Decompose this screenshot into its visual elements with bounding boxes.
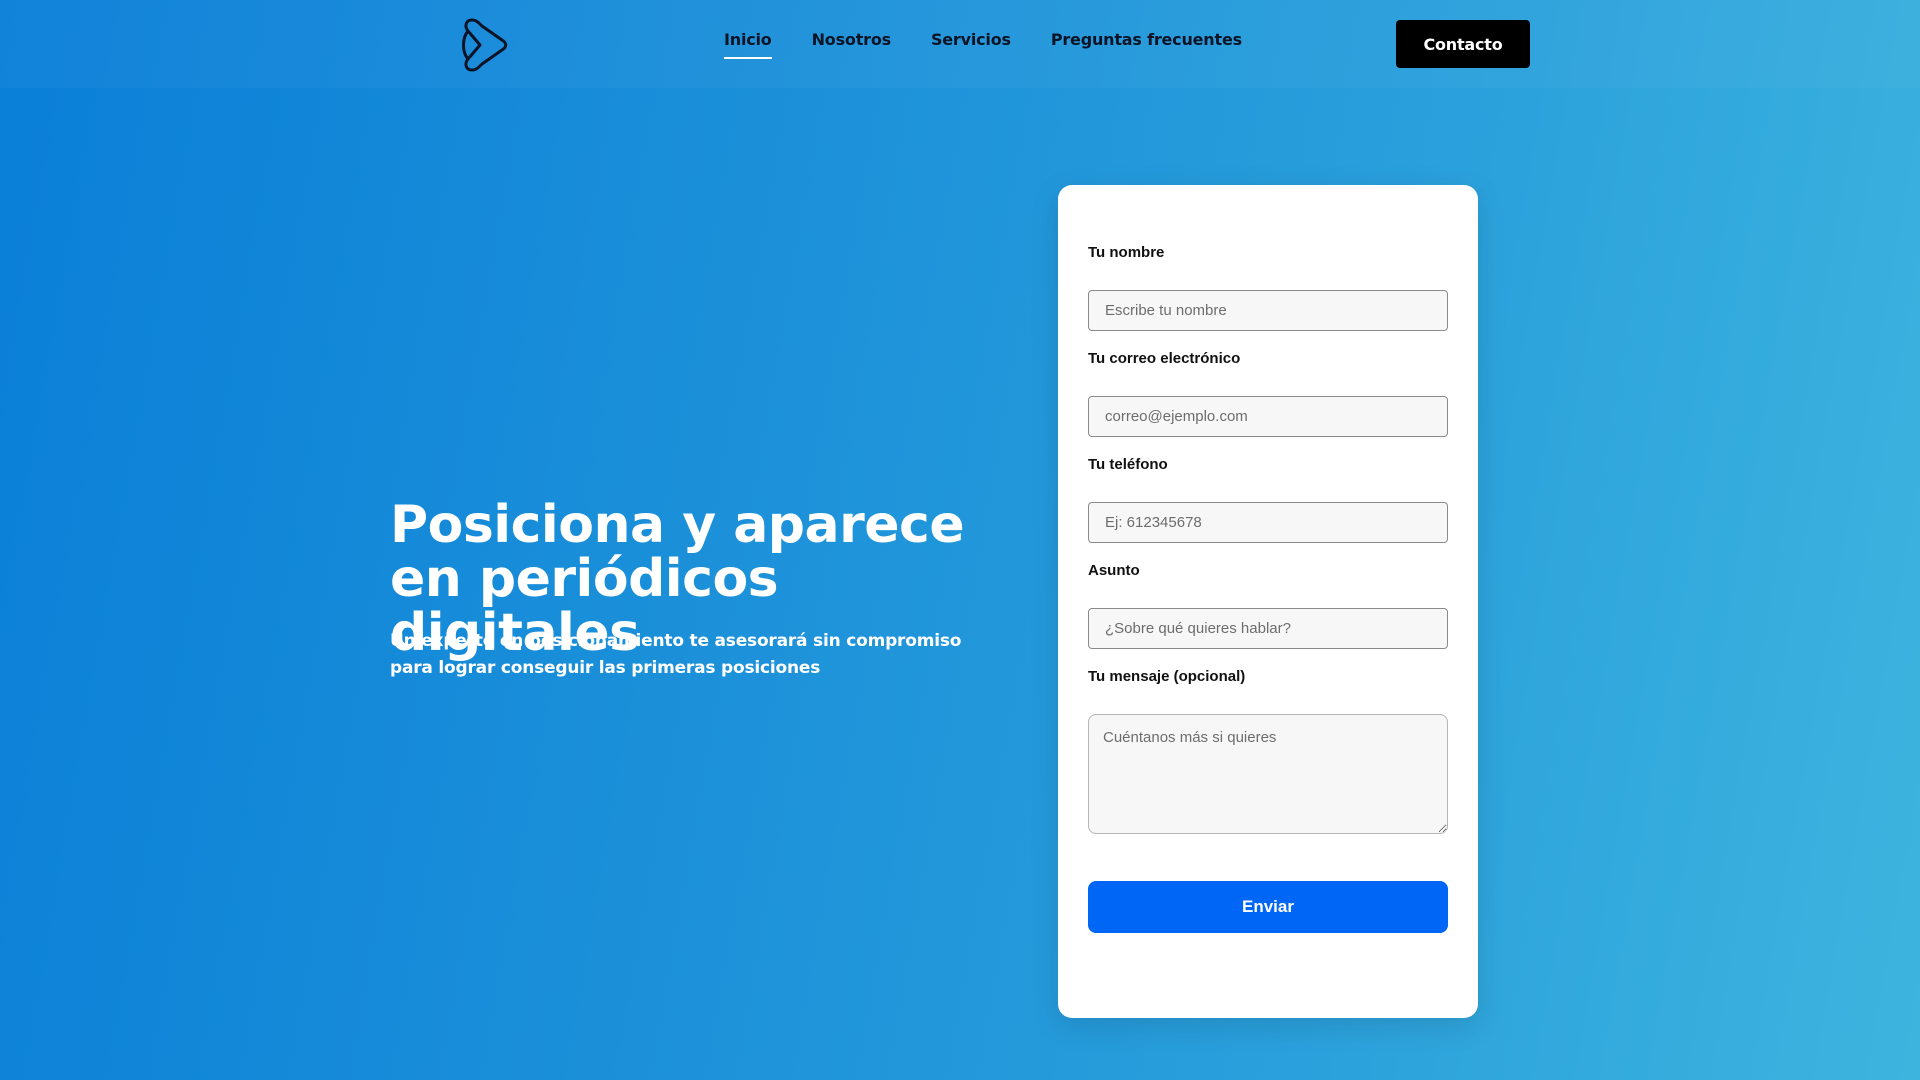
play-outline-logo-icon[interactable] bbox=[458, 16, 514, 74]
nav-link-preguntas-frecuentes[interactable]: Preguntas frecuentes bbox=[1051, 30, 1242, 59]
phone-input[interactable] bbox=[1088, 502, 1448, 543]
contact-button[interactable]: Contacto bbox=[1396, 20, 1530, 68]
email-input[interactable] bbox=[1088, 396, 1448, 437]
message-label: Tu mensaje (opcional) bbox=[1088, 668, 1246, 685]
subject-input[interactable] bbox=[1088, 608, 1448, 649]
message-textarea[interactable] bbox=[1088, 714, 1448, 834]
main-navigation: Inicio Nosotros Servicios Preguntas frec… bbox=[724, 30, 1242, 59]
nav-link-servicios[interactable]: Servicios bbox=[931, 30, 1011, 59]
subject-label: Asunto bbox=[1088, 562, 1140, 579]
nav-link-inicio[interactable]: Inicio bbox=[724, 30, 772, 59]
name-label: Tu nombre bbox=[1088, 244, 1165, 261]
phone-label: Tu teléfono bbox=[1088, 456, 1168, 473]
name-input[interactable] bbox=[1088, 290, 1448, 331]
nav-link-nosotros[interactable]: Nosotros bbox=[812, 30, 892, 59]
contact-form: Tu nombre Tu correo electrónico Tu teléf… bbox=[1058, 185, 1478, 1018]
navbar: Inicio Nosotros Servicios Preguntas frec… bbox=[0, 0, 1920, 88]
hero-subtitle: Un experto en posicionamiento te asesora… bbox=[390, 631, 962, 678]
email-label: Tu correo electrónico bbox=[1088, 350, 1241, 367]
submit-button[interactable]: Enviar bbox=[1088, 881, 1448, 933]
